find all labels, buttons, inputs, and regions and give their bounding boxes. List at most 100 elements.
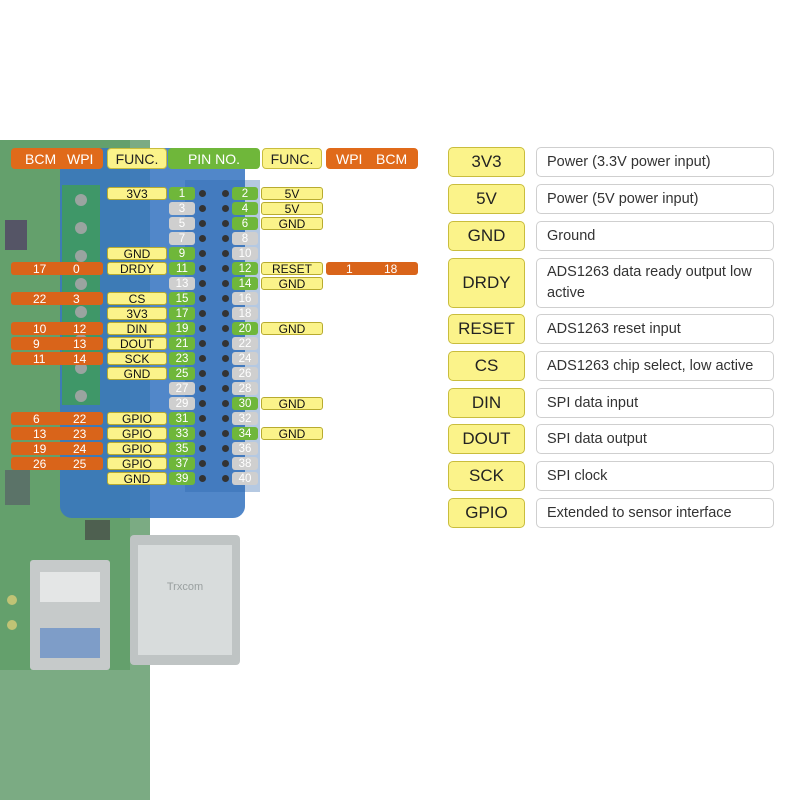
- legend-pin-description: ADS1263 data ready output low active: [536, 258, 774, 308]
- header-right-wpi-bcm: WPI BCM: [326, 148, 418, 169]
- header-pin-dot: [199, 340, 206, 347]
- pin-number-right: 38: [232, 457, 258, 470]
- right-func-label: GND: [261, 427, 323, 440]
- pin-number-right: 4: [232, 202, 258, 215]
- header-right-bcm: BCM: [376, 150, 408, 167]
- pin-number-right: 8: [232, 232, 258, 245]
- right-func-label: RESET: [261, 262, 323, 275]
- left-func-label: GPIO: [107, 427, 167, 440]
- header-pin-dot: [222, 370, 229, 377]
- left-func-label: GND: [107, 367, 167, 380]
- left-func-label: CS: [107, 292, 167, 305]
- left-bcm-wpi-cell: 19 24: [11, 442, 103, 455]
- header-pin-dot: [199, 400, 206, 407]
- left-bcm-value: 11: [33, 351, 46, 366]
- pin-number-right: 30: [232, 397, 258, 410]
- header-pin-dot: [222, 265, 229, 272]
- left-bcm-wpi-cell: 13 23: [11, 427, 103, 440]
- left-func-label: GND: [107, 247, 167, 260]
- legend-pin-description: Power (3.3V power input): [536, 147, 774, 177]
- left-bcm-value: 10: [33, 321, 47, 336]
- left-wpi-value: 23: [73, 426, 87, 441]
- pin-number-left: 11: [169, 262, 195, 275]
- pin-number-right: 32: [232, 412, 258, 425]
- header-pin-dot: [222, 295, 229, 302]
- left-wpi-value: 3: [73, 291, 80, 306]
- right-func-label: GND: [261, 277, 323, 290]
- pin-number-right: 16: [232, 292, 258, 305]
- left-bcm-wpi-cell: 17 0: [11, 262, 103, 275]
- pin-number-right: 36: [232, 442, 258, 455]
- pin-number-right: 20: [232, 322, 258, 335]
- left-bcm-wpi-cell: 26 25: [11, 457, 103, 470]
- pin-number-left: 29: [169, 397, 195, 410]
- right-func-label: 5V: [261, 187, 323, 200]
- left-func-label: SCK: [107, 352, 167, 365]
- legend-pin-name: 3V3: [448, 147, 525, 177]
- pin-number-left: 33: [169, 427, 195, 440]
- header-pin-dot: [199, 190, 206, 197]
- pin-number-right: 14: [232, 277, 258, 290]
- legend-pin-name: RESET: [448, 314, 525, 344]
- left-wpi-value: 22: [73, 411, 87, 426]
- header-pin-dot: [199, 370, 206, 377]
- header-pin-dot: [199, 280, 206, 287]
- left-wpi-value: 14: [73, 351, 87, 366]
- legend-pin-name: GPIO: [448, 498, 525, 528]
- header-pin-dot: [199, 430, 206, 437]
- left-bcm-value: 22: [33, 291, 47, 306]
- header-pin-dot: [199, 460, 206, 467]
- left-wpi-value: 25: [73, 456, 87, 471]
- legend-pin-description: Ground: [536, 221, 774, 251]
- header-pin-dot: [222, 385, 229, 392]
- pin-number-left: 25: [169, 367, 195, 380]
- pin-number-left: 39: [169, 472, 195, 485]
- legend-pin-description: Power (5V power input): [536, 184, 774, 214]
- pin-number-right: 34: [232, 427, 258, 440]
- pin-number-left: 27: [169, 382, 195, 395]
- right-func-label: GND: [261, 217, 323, 230]
- right-bcm-value: 18: [384, 261, 398, 276]
- pin-number-right: 24: [232, 352, 258, 365]
- header-pin-dot: [199, 250, 206, 257]
- header-pin-dot: [199, 235, 206, 242]
- legend-pin-name: SCK: [448, 461, 525, 491]
- right-wpi-value: 1: [346, 261, 353, 276]
- left-wpi-value: 12: [73, 321, 87, 336]
- legend-pin-description: ADS1263 chip select, low active: [536, 351, 774, 381]
- header-pin-dot: [222, 250, 229, 257]
- left-func-label: GPIO: [107, 457, 167, 470]
- left-func-label: DIN: [107, 322, 167, 335]
- pin-number-left: 1: [169, 187, 195, 200]
- left-bcm-value: 17: [33, 261, 47, 276]
- header-pin-dot: [222, 445, 229, 452]
- header-pin-dot: [199, 475, 206, 482]
- header-pin-dot: [222, 460, 229, 467]
- legend-pin-name: DRDY: [448, 258, 525, 308]
- left-wpi-value: 0: [73, 261, 80, 276]
- legend-pin-description: SPI data input: [536, 388, 774, 418]
- legend-pin-description: SPI clock: [536, 461, 774, 491]
- header-pin-no: PIN NO.: [168, 148, 260, 169]
- header-pin-dot: [199, 445, 206, 452]
- pin-number-right: 26: [232, 367, 258, 380]
- left-func-label: 3V3: [107, 307, 167, 320]
- header-right-wpi: WPI: [336, 150, 363, 167]
- left-bcm-value: 26: [33, 456, 47, 471]
- pin-number-right: 40: [232, 472, 258, 485]
- left-bcm-wpi-cell: 6 22: [11, 412, 103, 425]
- header-pin-dot: [199, 325, 206, 332]
- header-pin-dot: [199, 385, 206, 392]
- right-func-label: 5V: [261, 202, 323, 215]
- gpio-pin-table: BCM WPI FUNC. PIN NO. FUNC. WPI BCM 3V3 1…: [0, 0, 440, 500]
- legend-pin-description: SPI data output: [536, 424, 774, 454]
- pin-number-left: 7: [169, 232, 195, 245]
- header-pin-dot: [199, 265, 206, 272]
- pin-number-left: 15: [169, 292, 195, 305]
- left-bcm-wpi-cell: 10 12: [11, 322, 103, 335]
- left-func-label: GPIO: [107, 412, 167, 425]
- pin-number-left: 5: [169, 217, 195, 230]
- header-pin-dot: [222, 475, 229, 482]
- pin-number-right: 2: [232, 187, 258, 200]
- legend-pin-name: 5V: [448, 184, 525, 214]
